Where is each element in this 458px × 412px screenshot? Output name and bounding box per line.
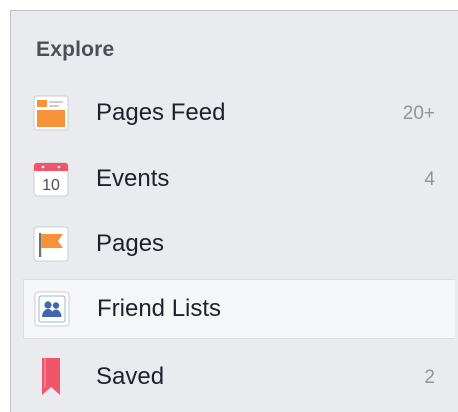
calendar-day-number: 10	[42, 177, 60, 194]
sidebar-item-friend-lists[interactable]: Friend Lists	[23, 279, 455, 339]
calendar-icon: 10	[33, 161, 69, 197]
sidebar-item-pages[interactable]: Pages	[23, 214, 455, 274]
sidebar-item-label: Pages Feed	[96, 99, 226, 126]
count-badge: 2	[424, 367, 435, 388]
count-badge: 20+	[402, 103, 435, 124]
explore-panel: Explore Pages Feed 20+ 10 Events 4 Pages…	[10, 10, 458, 412]
flag-icon	[33, 226, 69, 262]
sidebar-item-saved[interactable]: Saved 2	[23, 347, 455, 407]
pages-feed-icon	[33, 95, 69, 131]
sidebar-item-label: Pages	[96, 230, 165, 257]
sidebar-item-pages-feed[interactable]: Pages Feed 20+	[23, 83, 455, 143]
count-badge: 4	[424, 169, 435, 190]
sidebar-item-label: Events	[96, 165, 170, 192]
sidebar-item-label: Saved	[96, 363, 165, 390]
sidebar-item-label: Friend Lists	[97, 295, 222, 322]
sidebar-item-events[interactable]: 10 Events 4	[23, 149, 455, 209]
explore-heading: Explore	[36, 38, 115, 61]
friends-icon	[34, 291, 70, 327]
bookmark-icon	[33, 357, 69, 395]
